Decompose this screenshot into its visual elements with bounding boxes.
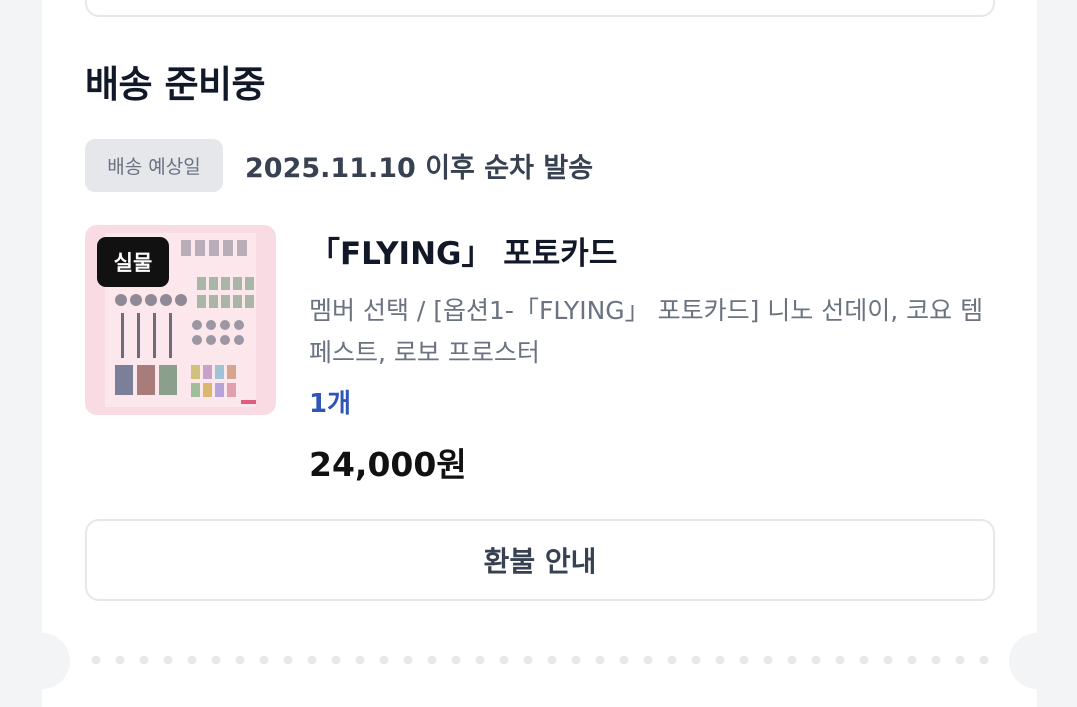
perforated-divider (84, 656, 996, 664)
ticket-notch-right (1009, 633, 1065, 689)
product-name[interactable]: 「FLYING」 포토카드 (309, 228, 617, 273)
product-price: 24,000원 (309, 445, 467, 484)
refund-info-button[interactable]: 환불 안내 (85, 519, 995, 601)
product-thumbnail[interactable]: 실물 (85, 225, 276, 415)
shipping-estimate-badge: 배송 예상일 (85, 139, 223, 192)
shipping-date-text: 2025.11.10 이후 순차 발송 (245, 153, 594, 184)
order-status-title: 배송 준비중 (85, 63, 266, 106)
product-quantity: 1개 (309, 389, 352, 419)
product-option: 멤버 선택 / [옵션1-「FLYING」 포토카드] 니노 선데이, 코요 템… (309, 296, 984, 367)
real-item-badge: 실물 (97, 237, 169, 287)
ticket-notch-left (14, 633, 70, 689)
previous-section-box (85, 0, 995, 17)
